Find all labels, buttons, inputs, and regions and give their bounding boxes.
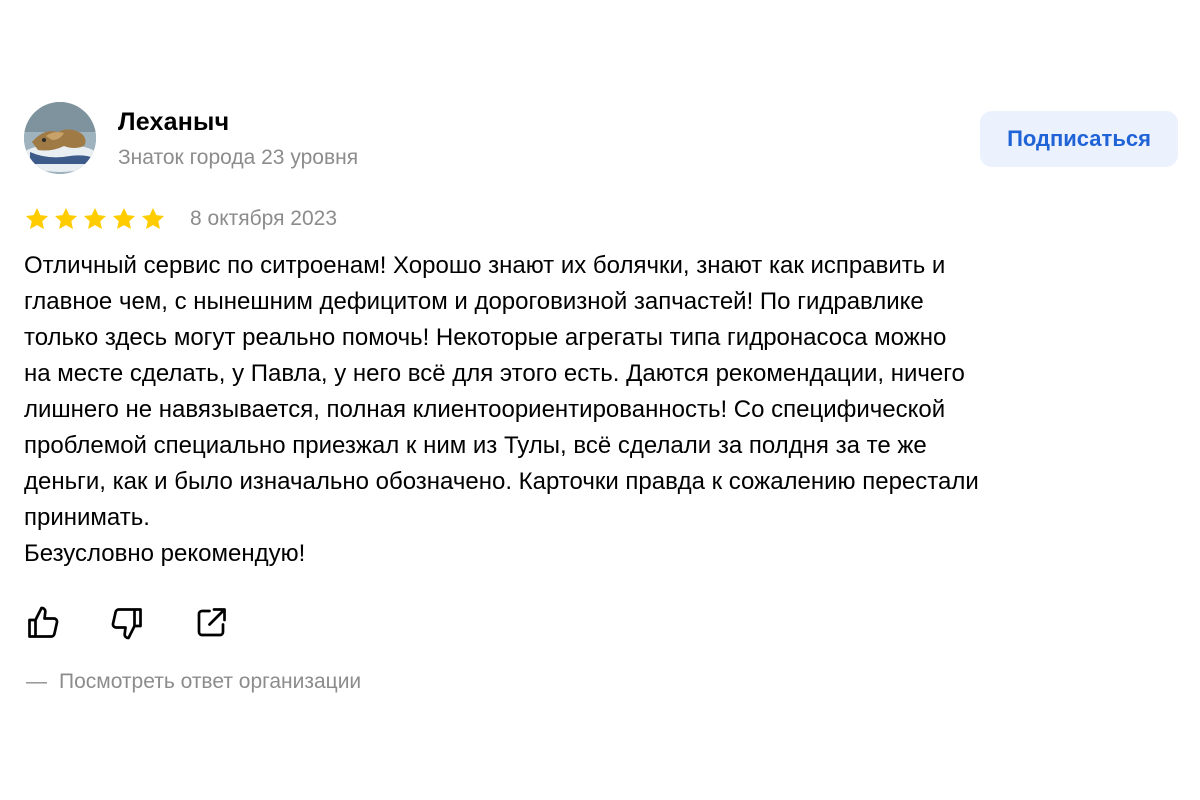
thumbs-down-icon [111,608,142,640]
like-button[interactable] [24,604,62,642]
org-reply-link[interactable]: — Посмотреть ответ организации [26,670,361,694]
org-reply-label: Посмотреть ответ организации [59,670,362,693]
star-icon [112,207,136,229]
avatar[interactable] [24,102,96,174]
review-actions [24,604,230,642]
avatar-photo [24,102,96,174]
share-button[interactable] [192,604,230,642]
subscribe-button[interactable]: Подписаться [980,111,1178,167]
rating-row: 8 октября 2023 [24,203,337,235]
rating-stars [24,206,166,232]
review-text: Отличный сервис по ситроенам! Хорошо зна… [24,252,979,567]
author-level: Знаток города 23 уровня [118,146,359,169]
thumbs-up-icon [28,606,59,638]
star-icon [54,207,78,229]
author-name[interactable]: Леханыч [118,108,229,137]
org-reply-dash: — [26,670,47,693]
dislike-button[interactable] [108,604,146,642]
review-date: 8 октября 2023 [190,207,337,230]
share-icon [197,608,226,637]
star-icon [141,207,165,229]
star-icon [83,207,107,229]
review-card: Леханыч Знаток города 23 уровня Подписат… [0,0,1200,800]
star-icon [25,207,49,229]
